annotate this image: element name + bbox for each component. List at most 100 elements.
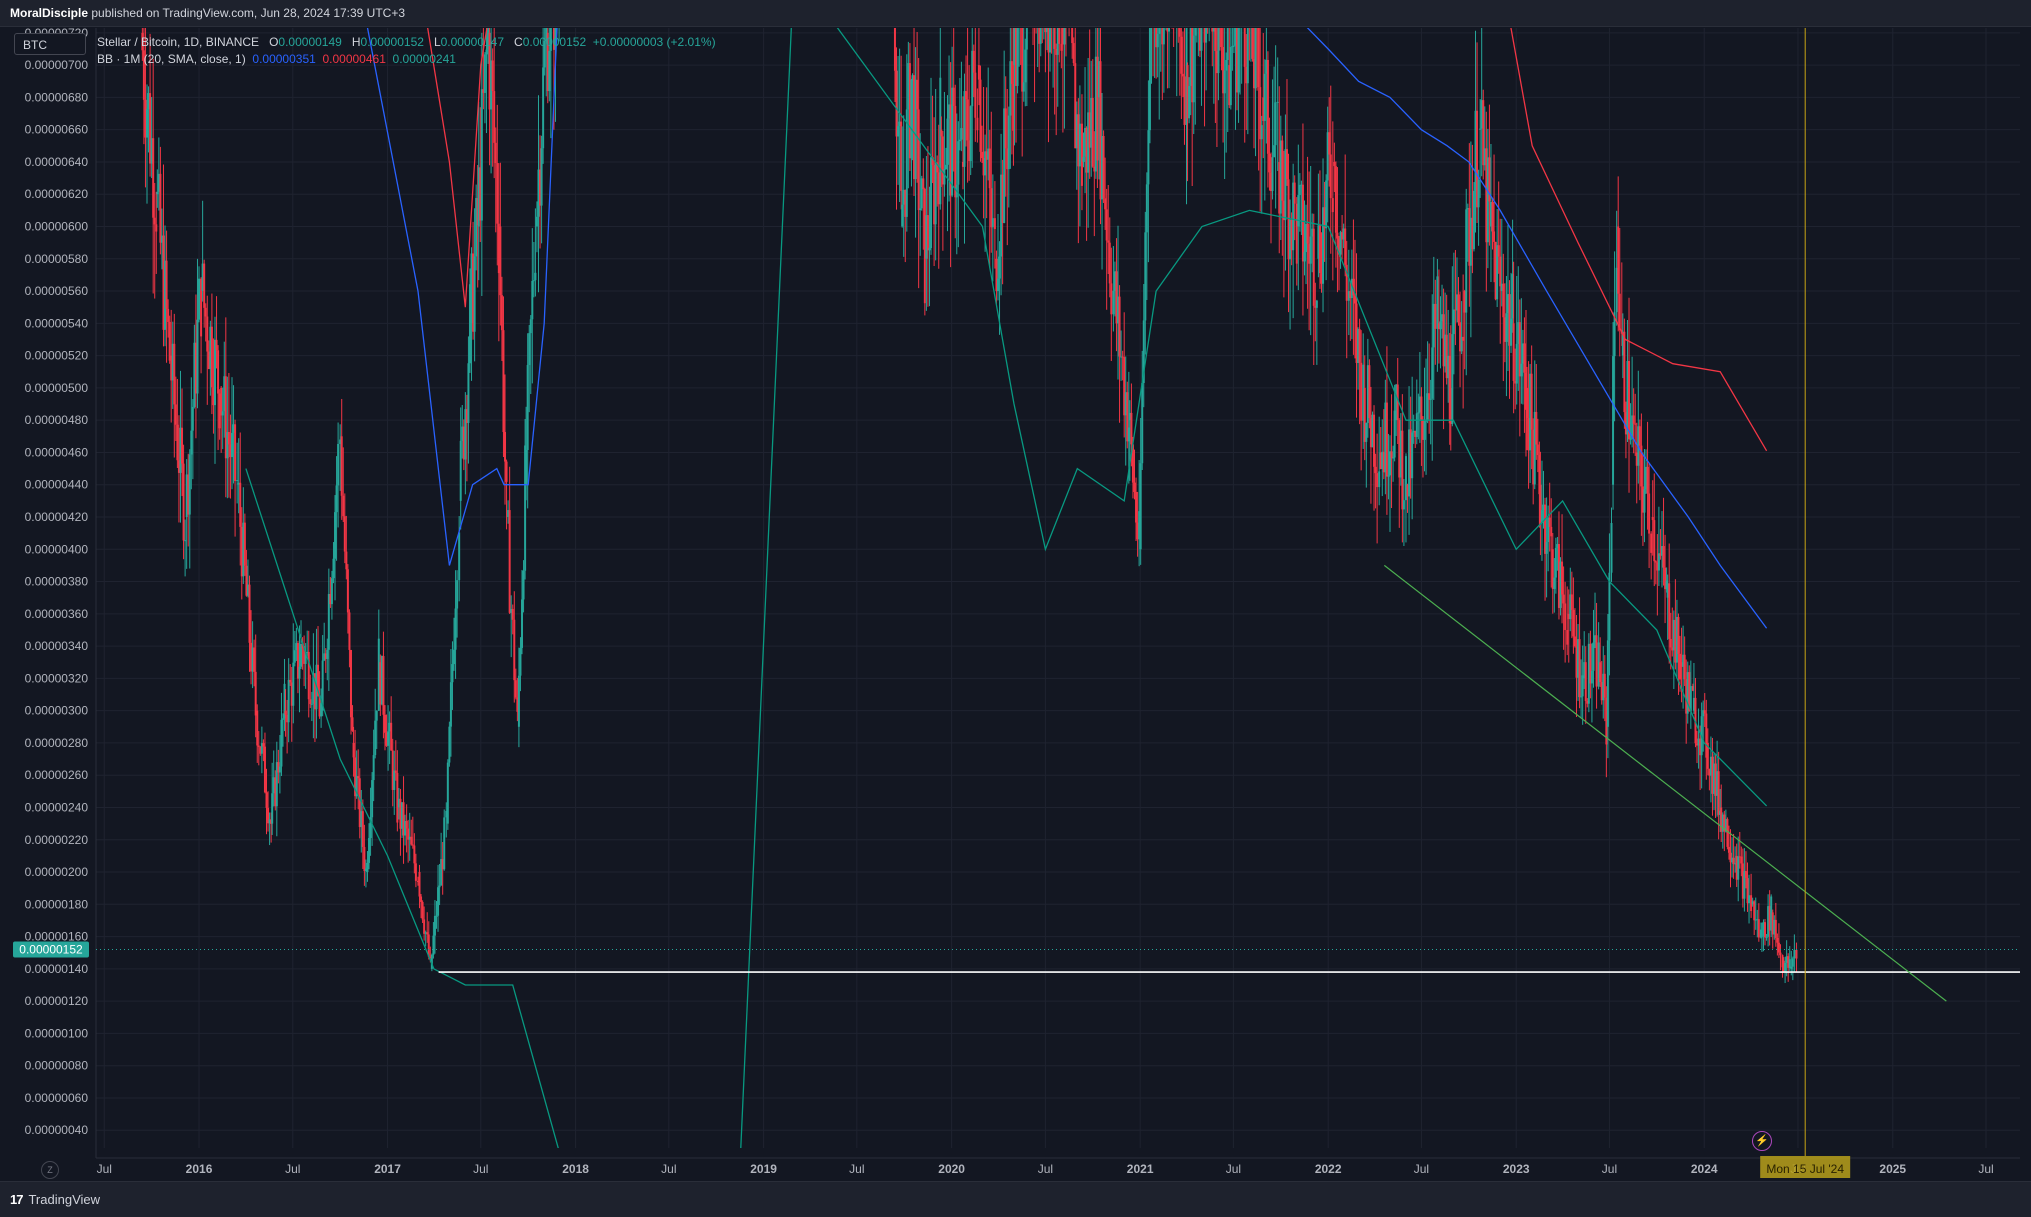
candle-body: [206, 316, 209, 352]
candle-body: [372, 755, 375, 781]
candle-body: [1220, 28, 1223, 48]
candle-body: [1108, 242, 1111, 284]
price-chart[interactable]: 0.00000040 0.00000060 0.00000080 0.00000100…: [0, 28, 2031, 1180]
candle-body: [448, 726, 451, 763]
candle-body: [210, 326, 213, 388]
x-tick-label: Jul: [285, 1162, 300, 1176]
y-tick-label: 0.00000460: [25, 445, 89, 459]
candle-body: [1315, 300, 1318, 308]
candle-body: [1477, 179, 1480, 208]
candle-body: [198, 278, 201, 320]
candle-body: [491, 60, 494, 92]
candle-body: [454, 608, 457, 650]
candle-body: [1223, 70, 1226, 94]
candle-body: [1392, 457, 1395, 459]
candle-body: [230, 432, 233, 458]
candle-body: [1331, 198, 1334, 213]
candle-body: [451, 664, 454, 683]
candle-body: [1628, 361, 1631, 440]
tradingview-brand[interactable]: 17 TradingView: [10, 1192, 100, 1207]
candle-body: [287, 679, 290, 723]
candle-body: [253, 647, 256, 672]
candle-body: [221, 411, 224, 416]
candle-body: [1049, 28, 1052, 53]
candle-body: [1285, 149, 1288, 180]
candle-body: [1306, 223, 1309, 244]
y-tick-label: 0.00000260: [25, 768, 89, 782]
candle-body: [946, 118, 949, 165]
candle-body: [239, 482, 242, 527]
candle-body: [1158, 28, 1161, 34]
brand-text: TradingView: [28, 1192, 101, 1207]
candle-body: [1779, 952, 1782, 956]
candle-body: [418, 872, 421, 897]
candle-body: [1329, 154, 1332, 199]
candle-body: [928, 248, 931, 251]
candle-body: [345, 551, 348, 570]
candle-body: [522, 570, 525, 600]
candle-body: [529, 319, 532, 334]
y-tick-label: 0.00000060: [25, 1091, 89, 1105]
candle-body: [1254, 28, 1257, 89]
y-tick-label: 0.00000040: [25, 1123, 89, 1137]
symbol-search-box[interactable]: BTC: [14, 33, 86, 55]
chart-area[interactable]: 0.00000040 0.00000060 0.00000080 0.00000100…: [0, 28, 2031, 1180]
z-icon[interactable]: Z: [41, 1161, 59, 1179]
candle-body: [361, 811, 364, 847]
candle-body: [1566, 630, 1569, 645]
candle-body: [988, 148, 991, 189]
y-tick-label: 0.00000180: [25, 897, 89, 911]
candle-body: [176, 424, 179, 461]
y-tick-label: 0.00000540: [25, 316, 89, 330]
candle-body: [375, 710, 378, 721]
y-tick-label: 0.00000440: [25, 478, 89, 492]
candle-body: [334, 512, 337, 559]
candle-body: [423, 919, 426, 934]
author-name: MoralDisciple: [10, 6, 89, 20]
candle-body: [262, 743, 265, 747]
candle-body: [420, 896, 423, 902]
x-tick-label: 2018: [562, 1162, 589, 1176]
candle-body: [1536, 444, 1539, 456]
candle-body: [363, 846, 366, 872]
candle-body: [1592, 642, 1595, 671]
y-tick-label: 0.00000140: [25, 962, 89, 976]
candle-body: [893, 28, 896, 71]
candle-body: [954, 105, 957, 198]
candle-body: [1623, 331, 1626, 413]
candle-body: [265, 792, 268, 808]
candle-body: [1274, 102, 1277, 146]
lightning-icon[interactable]: ⚡: [1752, 1131, 1772, 1151]
candle-body: [1025, 28, 1028, 50]
candle-body: [1133, 482, 1136, 493]
candle-body: [332, 558, 335, 579]
candle-body: [1420, 396, 1423, 420]
candle-body: [1376, 473, 1379, 488]
candle-body: [513, 619, 516, 681]
candle-body: [446, 762, 449, 824]
candle-body: [534, 272, 537, 281]
candle-body: [1378, 471, 1381, 488]
candle-body: [289, 679, 292, 683]
candle-body: [1727, 846, 1730, 853]
candle-body: [1764, 922, 1767, 938]
candle-body: [352, 742, 355, 758]
candle-body: [952, 87, 955, 106]
candle-body: [1612, 356, 1615, 485]
candle-body: [435, 915, 438, 917]
candle-body: [366, 862, 369, 873]
candle-body: [974, 72, 977, 118]
candle-body: [528, 333, 531, 365]
candle-body: [1007, 115, 1010, 170]
candle-body: [1491, 201, 1494, 232]
candle-body: [342, 495, 345, 517]
x-tick-label: Jul: [1038, 1162, 1053, 1176]
candle-body: [998, 256, 1001, 279]
candle-body: [159, 173, 162, 243]
candle-body: [390, 722, 393, 751]
candle-body: [1523, 343, 1526, 373]
candle-body: [1004, 108, 1007, 149]
candle-body: [1251, 28, 1254, 59]
candle-body: [153, 217, 156, 225]
candle-body: [174, 404, 177, 425]
